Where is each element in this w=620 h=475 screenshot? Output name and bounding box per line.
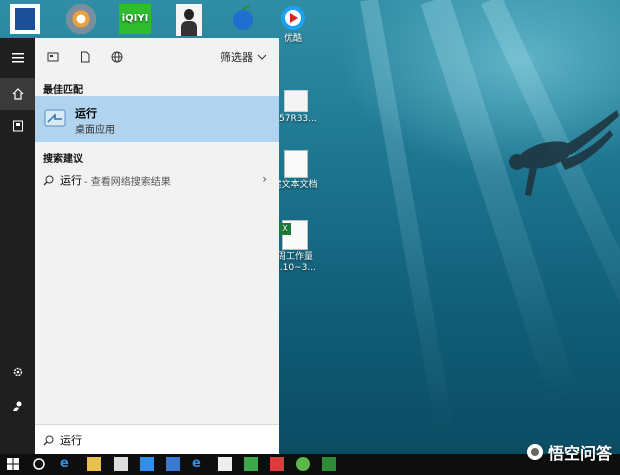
watermark-logo-icon	[526, 444, 543, 460]
search-icon	[43, 435, 54, 445]
suggestion-subtext: - 查看网络搜索结果	[84, 176, 171, 188]
media-player-icon	[66, 4, 96, 34]
search-box[interactable]: 运行	[35, 424, 279, 455]
home-icon	[12, 88, 23, 100]
panel-header: 筛选器	[35, 38, 279, 76]
document-icon	[81, 51, 90, 63]
search-icon	[43, 175, 54, 185]
notebook-icon	[12, 120, 23, 132]
gear-icon	[13, 367, 22, 377]
mail-icon[interactable]	[218, 457, 232, 471]
apple-icon	[229, 4, 257, 32]
feedback-button[interactable]	[0, 390, 35, 422]
cortana-icon[interactable]	[32, 457, 46, 471]
file-icon	[284, 90, 308, 112]
search-results-panel: 筛选器 最佳匹配 运行 桌面应用 搜索建议 运行 - 查看网络搜索结果 ›	[35, 38, 279, 454]
app-icon[interactable]	[140, 457, 154, 471]
hamburger-icon	[11, 53, 24, 63]
web-filter-button[interactable]	[103, 43, 131, 71]
best-match-result[interactable]: 运行 桌面应用	[35, 96, 279, 142]
documents-filter-button[interactable]	[71, 43, 99, 71]
iqiyi-icon: iQIYI	[119, 4, 151, 34]
file-explorer-icon[interactable]	[87, 457, 101, 471]
best-match-subtitle: 桌面应用	[75, 125, 115, 136]
feedback-icon	[12, 401, 21, 411]
settings-button[interactable]	[0, 356, 35, 388]
text-document-icon	[284, 150, 308, 178]
globe-icon	[111, 51, 123, 63]
watermark: 悟空问答	[526, 440, 612, 464]
home-button[interactable]	[0, 78, 35, 110]
app-icon[interactable]	[322, 457, 336, 471]
search-input[interactable]: 运行	[60, 432, 82, 448]
app-icon[interactable]	[270, 457, 284, 471]
menu-expand-button[interactable]	[0, 42, 35, 74]
watermark-text: 悟空问答	[547, 444, 612, 463]
store-icon[interactable]	[114, 457, 128, 471]
best-match-title: 运行	[75, 107, 97, 120]
desktop-shortcut-iqiyi[interactable]: iQIYI	[114, 4, 156, 36]
search-suggestion-item[interactable]: 运行 - 查看网络搜索结果 ›	[35, 168, 279, 192]
notebook-button[interactable]	[0, 110, 35, 142]
search-suggestions-heading: 搜索建议	[43, 154, 83, 165]
run-dialog-icon	[44, 109, 66, 127]
ie-icon[interactable]: e	[192, 457, 206, 471]
browser-icon[interactable]	[296, 457, 310, 471]
youku-icon	[279, 4, 307, 32]
desktop-shortcut-photo[interactable]	[168, 4, 210, 38]
person-photo-icon	[176, 4, 202, 36]
swimmer-image	[509, 110, 619, 196]
filter-label: 筛选器	[220, 51, 253, 64]
start-rail	[0, 38, 35, 454]
desktop-shortcut-1[interactable]	[4, 4, 46, 36]
app-icon[interactable]	[244, 457, 258, 471]
app-icon[interactable]	[166, 457, 180, 471]
best-match-heading: 最佳匹配	[43, 85, 83, 96]
suggestion-text: 运行	[60, 174, 82, 187]
apps-icon	[47, 52, 59, 62]
chevron-right-icon[interactable]: ›	[262, 172, 267, 186]
desktop-shortcut-media[interactable]	[60, 4, 102, 36]
desktop-shortcut-apple[interactable]	[222, 4, 264, 34]
app-icon	[10, 4, 40, 34]
excel-file-icon: X	[279, 220, 308, 250]
filter-dropdown[interactable]: 筛选器	[220, 49, 267, 65]
chevron-down-icon	[257, 54, 267, 60]
edge-icon[interactable]: e	[60, 457, 74, 471]
windows-start-icon[interactable]	[6, 457, 20, 471]
apps-filter-button[interactable]	[39, 43, 67, 71]
